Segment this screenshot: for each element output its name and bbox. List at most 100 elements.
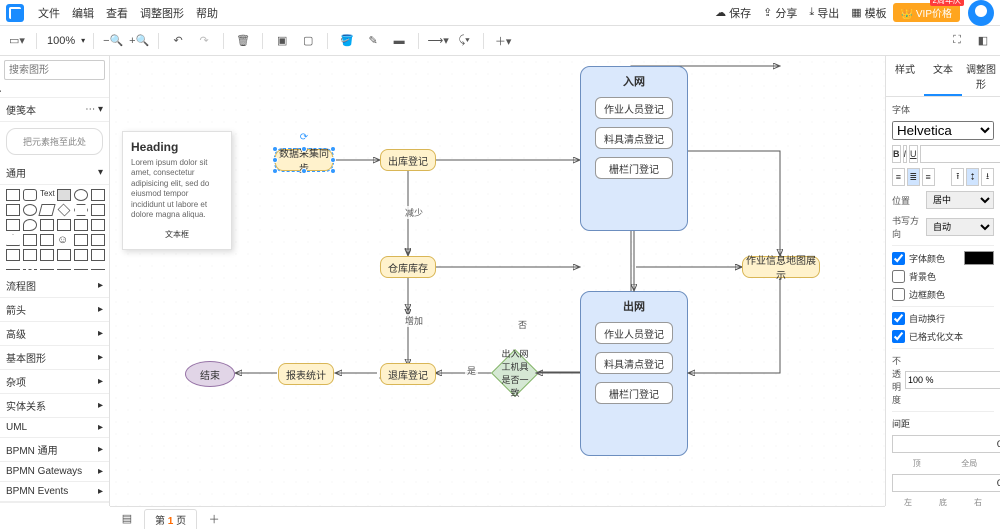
align-center-button[interactable]: ≣: [907, 168, 920, 186]
bg-color-check[interactable]: [892, 270, 905, 283]
shape[interactable]: [57, 219, 71, 231]
valign-bottom-button[interactable]: ⭳: [981, 168, 994, 186]
node-map[interactable]: 作业信息地图展示: [742, 256, 820, 278]
shape-roundrect[interactable]: [23, 189, 37, 201]
page-setup-button[interactable]: ▭▾: [6, 30, 28, 52]
canvas[interactable]: Heading Lorem ipsum dolor sit amet, cons…: [110, 56, 885, 506]
shape-rhombus[interactable]: [58, 204, 71, 217]
scratchpad-drop[interactable]: 把元素拖至此处: [6, 128, 103, 155]
font-color-check[interactable]: [892, 252, 905, 265]
shape[interactable]: [91, 219, 105, 231]
node-out3[interactable]: 栅栏门登记: [595, 382, 673, 404]
position-select[interactable]: 居中: [926, 191, 994, 209]
cat-flowchart[interactable]: 流程图▸: [0, 274, 109, 298]
shape[interactable]: [6, 204, 20, 216]
fill-color-button[interactable]: 🪣: [336, 30, 358, 52]
vip-button[interactable]: 👑 VIP价格2周年庆: [893, 3, 960, 22]
search-input[interactable]: [4, 60, 105, 80]
pages-menu-button[interactable]: ▤: [116, 508, 138, 530]
shape-line[interactable]: [6, 264, 20, 270]
shape-connector[interactable]: [74, 264, 88, 270]
valign-middle-button[interactable]: ⭥: [966, 168, 979, 186]
shape-diamond[interactable]: [38, 204, 55, 216]
wrap-check[interactable]: [892, 312, 905, 325]
shape[interactable]: [74, 249, 88, 261]
cat-uml[interactable]: UML▸: [0, 418, 109, 438]
node-in3[interactable]: 栅栏门登记: [595, 157, 673, 179]
shape-textbox[interactable]: [57, 189, 71, 201]
shape[interactable]: [40, 234, 54, 246]
section-general[interactable]: 通用▾: [0, 161, 109, 185]
underline-button[interactable]: U: [909, 145, 918, 163]
valign-top-button[interactable]: ⭱: [951, 168, 964, 186]
cat-advanced[interactable]: 高级▸: [0, 322, 109, 346]
opacity-input[interactable]: [905, 371, 1000, 389]
undo-button[interactable]: ↶: [167, 30, 189, 52]
node-report[interactable]: 报表统计: [278, 363, 334, 385]
bold-button[interactable]: B: [892, 145, 901, 163]
shape[interactable]: [74, 234, 88, 246]
shape[interactable]: [23, 234, 37, 246]
node-ret-reg[interactable]: 退库登记: [380, 363, 436, 385]
node-collect[interactable]: 数据采集同步 ⟳: [275, 149, 333, 171]
section-scratchpad[interactable]: 便笺本⋯ ▾: [0, 98, 109, 122]
redo-button[interactable]: ↷: [193, 30, 215, 52]
shape[interactable]: [74, 219, 88, 231]
cat-bpmn-ev[interactable]: BPMN Events▸: [0, 482, 109, 502]
spacing-left[interactable]: [892, 474, 1000, 492]
cat-er[interactable]: 实体关系▸: [0, 394, 109, 418]
zoom-dropdown-icon[interactable]: ▾: [81, 36, 85, 45]
waypoint-button[interactable]: ⤹▾: [453, 30, 475, 52]
menu-arrange[interactable]: 调整图形: [134, 5, 190, 21]
menu-edit[interactable]: 编辑: [66, 5, 100, 21]
node-in1[interactable]: 作业人员登记: [595, 97, 673, 119]
connection-button[interactable]: ⟶▾: [427, 30, 449, 52]
group-out-net[interactable]: 出网 作业人员登记 料具清点登记 栅栏门登记: [580, 291, 688, 456]
page-tab-1[interactable]: 第 1 页: [144, 509, 197, 529]
shape[interactable]: [91, 234, 105, 246]
menu-file[interactable]: 文件: [32, 5, 66, 21]
shape[interactable]: [91, 249, 105, 261]
shape-ellipse[interactable]: [74, 189, 88, 201]
to-back-button[interactable]: ▢: [297, 30, 319, 52]
shape-arrow[interactable]: [40, 264, 54, 270]
shape[interactable]: [91, 204, 105, 216]
cat-basic[interactable]: 基本图形▸: [0, 346, 109, 370]
cat-bpmn-gw[interactable]: BPMN Gateways▸: [0, 462, 109, 482]
tab-style[interactable]: 样式: [886, 56, 924, 96]
tab-text[interactable]: 文本: [924, 56, 962, 96]
shape[interactable]: [57, 249, 71, 261]
shape-dashline[interactable]: [23, 264, 37, 270]
zoom-out-button[interactable]: −🔍: [102, 30, 124, 52]
shape-hexagon[interactable]: [74, 204, 88, 216]
shape-square[interactable]: [91, 189, 105, 201]
direction-select[interactable]: 自动: [926, 218, 994, 236]
fullscreen-button[interactable]: ⛶: [946, 30, 968, 52]
node-decision[interactable]: 出入网工机具是否一致: [491, 349, 539, 397]
formatted-check[interactable]: [892, 330, 905, 343]
shape-circle[interactable]: [23, 204, 37, 216]
delete-button[interactable]: 🗑: [232, 30, 254, 52]
add-page-button[interactable]: ＋: [203, 508, 225, 530]
more-shapes-link[interactable]: + 更多图形...: [0, 502, 109, 506]
shape-triangle[interactable]: [6, 234, 20, 246]
font-size-input[interactable]: [920, 145, 1000, 163]
node-out-reg[interactable]: 出库登记: [380, 149, 436, 171]
line-color-button[interactable]: ✎: [362, 30, 384, 52]
node-out2[interactable]: 料具清点登记: [595, 352, 673, 374]
shape[interactable]: [6, 219, 20, 231]
cat-misc[interactable]: 杂项▸: [0, 370, 109, 394]
font-color-swatch[interactable]: [964, 251, 994, 265]
shape[interactable]: [40, 219, 54, 231]
action-share[interactable]: ⇪分享: [757, 5, 803, 21]
node-out1[interactable]: 作业人员登记: [595, 322, 673, 344]
app-logo[interactable]: [6, 4, 24, 22]
align-right-button[interactable]: ≡: [922, 168, 935, 186]
action-template[interactable]: ▦模板: [845, 5, 892, 21]
shape[interactable]: [23, 249, 37, 261]
sticky-note[interactable]: Heading Lorem ipsum dolor sit amet, cons…: [122, 131, 232, 250]
font-select[interactable]: Helvetica: [892, 121, 994, 140]
italic-button[interactable]: I: [903, 145, 908, 163]
avatar[interactable]: [968, 0, 994, 26]
shape-connector2[interactable]: [91, 264, 105, 270]
